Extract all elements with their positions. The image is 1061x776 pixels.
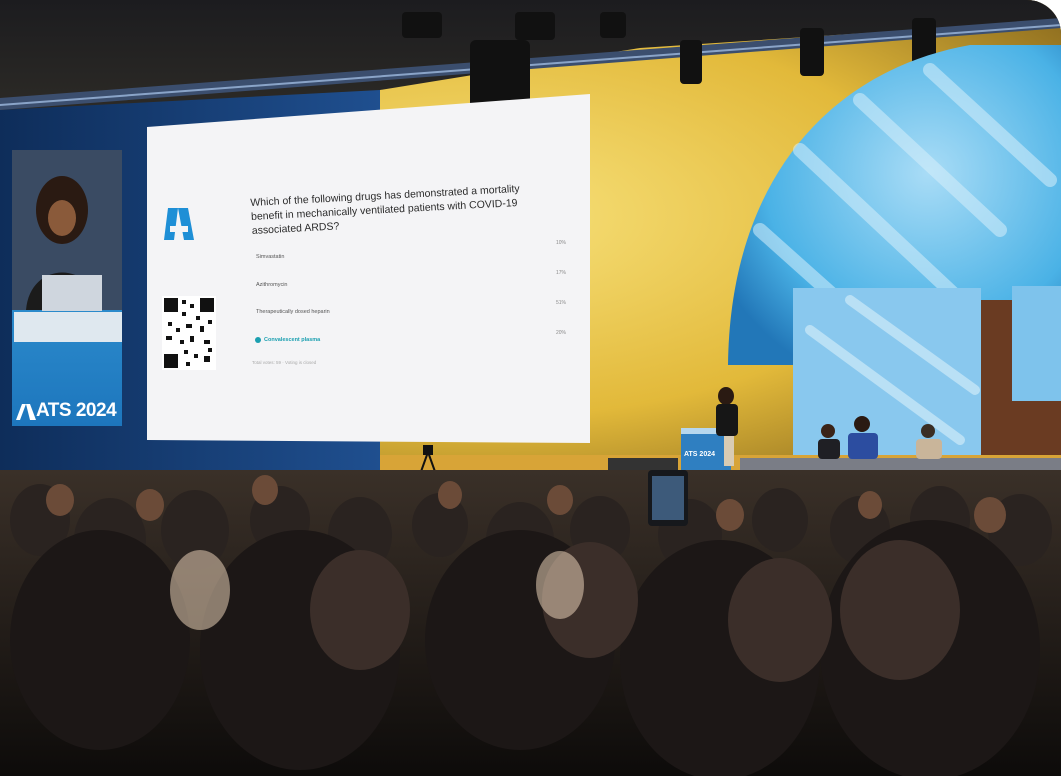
conference-photo: Which of the following drugs has demonst… <box>0 0 1061 776</box>
lectern-logo: ATS 2024 <box>684 451 715 458</box>
poll-option-percent: 17% <box>556 270 567 276</box>
poll-option-percent: 20% <box>556 330 567 336</box>
side-screen-logo: ATS 2024 <box>36 400 117 421</box>
poll-option-label: Therapeutically dosed heparin <box>256 309 330 315</box>
poll-option-percent: 10% <box>556 240 567 246</box>
poll-footer: Total votes: 59 · Voting is closed <box>252 360 317 365</box>
poll-screen <box>147 94 590 443</box>
poll-option-label: Simvastatin <box>256 254 285 260</box>
conference-hall-scene <box>0 0 1061 776</box>
poll-option-percent: 51% <box>556 300 567 306</box>
poll-option-label-correct: Convalescent plasma <box>264 337 321 343</box>
poll-option-label: Azithromycin <box>256 282 288 288</box>
